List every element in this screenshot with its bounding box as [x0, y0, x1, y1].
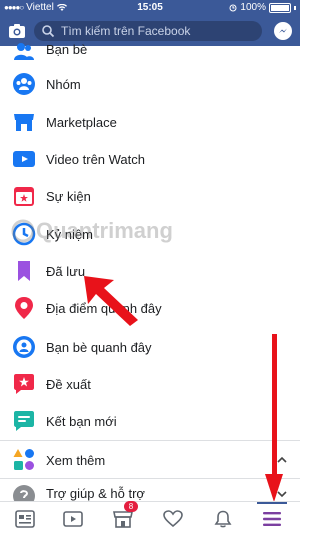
menu-item-label: Xem thêm	[46, 452, 106, 468]
menu-item-places[interactable]: Địa điểm quanh đây	[0, 290, 300, 326]
marketplace-tab-icon	[113, 511, 133, 528]
menu-item-saved[interactable]: Đã lưu	[0, 253, 300, 289]
menu-item-groups[interactable]: Nhóm	[0, 66, 300, 102]
menu-item-nearby-friends[interactable]: Bạn bè quanh đây	[0, 329, 300, 365]
menu-item-label: Kỷ niệm	[46, 226, 93, 242]
messenger-button[interactable]	[274, 22, 292, 40]
search-icon	[42, 25, 55, 38]
divider	[0, 478, 300, 479]
menu-item-events[interactable]: Sự kiện	[0, 178, 300, 214]
marketplace-badge: 8	[124, 501, 138, 512]
watch-tab[interactable]	[58, 507, 88, 531]
events-icon	[14, 187, 34, 206]
search-bar[interactable]: Tìm kiếm trên Facebook	[34, 21, 262, 41]
see-more-icon	[13, 449, 34, 470]
bell-icon	[214, 510, 232, 528]
status-bar: ●●●●○ Viettel 15:05 100%	[0, 0, 300, 16]
menu-item-watch[interactable]: Video trên Watch	[0, 141, 300, 177]
notifications-tab[interactable]	[208, 507, 238, 531]
menu-item-find-friends[interactable]: Kết bạn mới	[0, 403, 300, 439]
menu-item-marketplace[interactable]: Marketplace	[0, 104, 300, 140]
find-friends-icon	[14, 411, 34, 431]
menu-item-label: Sự kiện	[46, 188, 91, 204]
red-arrow-down	[265, 334, 283, 502]
watch-tab-icon	[63, 511, 83, 527]
bottom-tab-bar: 8	[0, 501, 300, 534]
friends-icon	[14, 43, 34, 60]
marketplace-icon	[14, 114, 34, 131]
battery-icon	[269, 2, 291, 13]
menu-item-label: Bạn bè	[46, 42, 88, 57]
heart-icon	[163, 510, 183, 528]
menu-item-label: Nhóm	[46, 76, 81, 92]
alarm-icon	[229, 4, 237, 11]
menu-item-label: Trợ giúp & hỗ trợ	[46, 486, 145, 501]
menu-item-label: Marketplace	[46, 114, 117, 130]
dating-tab[interactable]	[158, 507, 188, 531]
battery-percent: 100%	[240, 2, 266, 13]
active-tab-indicator	[257, 502, 287, 504]
watch-icon	[13, 151, 35, 167]
menu-item-friends[interactable]: Bạn bè	[0, 42, 300, 66]
menu-item-help[interactable]: Trợ giúp & hỗ trợ	[0, 480, 300, 502]
menu-tab[interactable]	[257, 507, 287, 531]
recommendations-icon	[14, 374, 34, 394]
nearby-friends-icon	[13, 336, 35, 358]
menu-item-recommendations[interactable]: Đề xuất	[0, 366, 300, 402]
groups-icon	[13, 73, 35, 95]
divider	[0, 440, 300, 441]
help-icon	[13, 485, 35, 502]
memories-icon	[12, 222, 36, 246]
menu-item-see-more[interactable]: Xem thêm	[0, 442, 300, 478]
hamburger-menu-icon	[263, 512, 281, 526]
news-feed-icon	[15, 510, 35, 528]
menu-item-label: Bạn bè quanh đây	[46, 339, 152, 355]
menu-item-label: Đề xuất	[46, 376, 91, 392]
news-feed-tab[interactable]	[10, 507, 40, 531]
menu-item-memories[interactable]: Kỷ niệm	[0, 216, 300, 252]
red-arrow-diagonal	[84, 276, 138, 326]
menu-item-label: Kết bạn mới	[46, 413, 117, 429]
messenger-icon	[279, 28, 287, 33]
saved-icon	[18, 261, 30, 281]
places-icon	[15, 297, 33, 319]
search-placeholder: Tìm kiếm trên Facebook	[61, 24, 191, 38]
menu-item-label: Video trên Watch	[46, 151, 145, 167]
marketplace-tab[interactable]: 8	[108, 501, 138, 531]
